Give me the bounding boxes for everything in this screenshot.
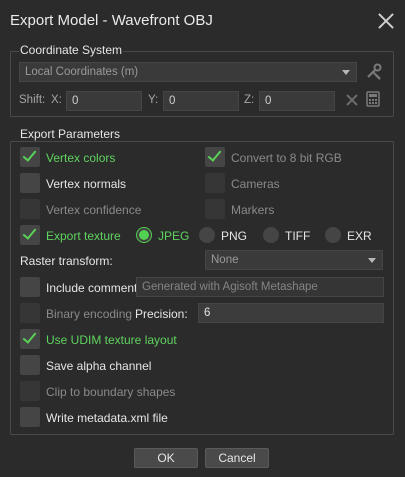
raster-transform-select[interactable]: None [205,250,383,270]
shift-x-input[interactable]: 0 [66,91,142,111]
coordinate-system-title: Coordinate System [19,43,124,57]
raster-transform-value: None [211,254,239,266]
vertex-colors-label: Vertex colors [46,151,116,165]
chevron-down-icon [342,70,350,75]
ok-button[interactable]: OK [134,448,198,468]
shift-z-input[interactable]: 0 [259,91,335,111]
check-icon [22,329,37,344]
check-icon [207,147,222,162]
format-radio-png[interactable] [199,227,215,243]
shift-y-input[interactable]: 0 [163,91,239,111]
check-icon [22,147,37,162]
format-label-png: PNG [221,229,248,243]
vertex-normals-label: Vertex normals [46,177,127,191]
shift-z-label: Z: [244,94,255,106]
markers-label: Markers [231,203,275,217]
convert-8bit-label: Convert to 8 bit RGB [231,151,342,165]
coordinate-system-value: Local Coordinates (m) [25,66,139,78]
write-metadata-checkbox[interactable] [20,407,40,427]
coordinate-system-select[interactable]: Local Coordinates (m) [19,62,357,82]
precision-label: Precision: [135,307,188,321]
format-radio-tiff[interactable] [263,227,279,243]
settings-tools-icon[interactable] [364,62,384,82]
cancel-button[interactable]: Cancel [205,448,269,468]
dialog-title: Export Model - Wavefront OBJ [10,12,213,29]
chevron-down-icon [368,258,376,263]
binary-encoding-checkbox[interactable] [20,303,40,323]
export-texture-checkbox[interactable] [20,225,40,245]
format-label-exr: EXR [347,229,372,243]
convert-8bit-checkbox[interactable] [205,147,225,167]
cameras-label: Cameras [231,177,280,191]
calculator-icon[interactable] [366,91,380,107]
shift-y-label: Y: [148,94,159,106]
format-radio-exr[interactable] [325,227,341,243]
comment-input[interactable]: Generated with Agisoft Metashape [136,277,384,297]
save-alpha-checkbox[interactable] [20,355,40,375]
check-icon [22,225,37,240]
include-comment-checkbox[interactable] [20,277,40,297]
export-texture-label: Export texture [46,229,121,243]
close-icon[interactable] [377,12,395,30]
clip-boundary-label: Clip to boundary shapes [46,385,176,399]
save-alpha-label: Save alpha channel [46,359,152,373]
include-comment-label: Include comment [46,281,138,295]
use-udim-checkbox[interactable] [20,329,40,349]
format-label-tiff: TIFF [285,229,311,243]
write-metadata-label: Write metadata.xml file [46,411,168,425]
binary-encoding-label: Binary encoding [46,307,133,321]
vertex-confidence-label: Vertex confidence [46,203,142,217]
raster-transform-label: Raster transform: [20,254,113,268]
vertex-normals-checkbox[interactable] [20,173,40,193]
format-radio-jpeg[interactable] [136,227,152,243]
clip-boundary-checkbox[interactable] [20,381,40,401]
shift-x-label: X: [51,94,62,106]
use-udim-label: Use UDIM texture layout [46,333,177,347]
clear-shift-icon[interactable] [346,94,358,106]
vertex-confidence-checkbox[interactable] [20,199,40,219]
cameras-checkbox[interactable] [205,173,225,193]
vertex-colors-checkbox[interactable] [20,147,40,167]
markers-checkbox[interactable] [205,199,225,219]
shift-label: Shift: [19,94,46,106]
precision-input[interactable]: 6 [198,303,384,323]
export-parameters-title: Export Parameters [19,127,122,141]
format-label-jpeg: JPEG [158,229,190,243]
radio-dot-icon [139,230,149,240]
